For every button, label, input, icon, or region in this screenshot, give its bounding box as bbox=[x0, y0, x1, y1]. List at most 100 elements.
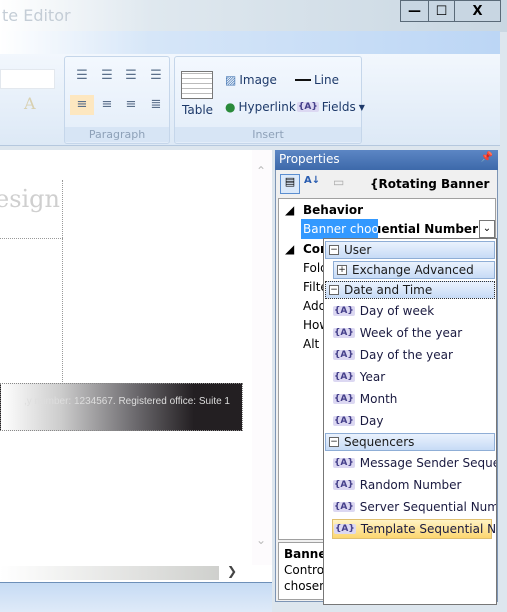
design-box-divider bbox=[0, 238, 63, 239]
field-label: Message Sender Sequent... bbox=[359, 456, 497, 470]
category-behavior: Behavior bbox=[303, 203, 364, 217]
horizontal-scroll-thumb[interactable] bbox=[0, 566, 219, 580]
hyperlink-label: Hyperlink bbox=[238, 100, 296, 114]
field-label: Day of the year bbox=[359, 348, 453, 362]
design-heading: esign bbox=[0, 185, 60, 213]
field-label: Server Sequential Number bbox=[359, 500, 497, 514]
collapse-behavior-icon[interactable]: ◢ bbox=[285, 200, 294, 220]
field-label: Random Number bbox=[359, 478, 462, 492]
properties-toolbar: ▤ A↓ ▭ {Rotating Banner ... bbox=[277, 171, 497, 205]
field-icon: {A} bbox=[333, 480, 355, 490]
dropdown-chevron-icon[interactable]: ⌄ bbox=[479, 220, 495, 238]
fields-button[interactable]: {A} Fields ▼ bbox=[297, 100, 365, 114]
vertical-scrollbar[interactable]: ⌃ ⌄ bbox=[252, 150, 272, 565]
category-label: Date and Time bbox=[344, 283, 433, 297]
field-icon: {A} bbox=[333, 458, 355, 468]
field-icon: {A} bbox=[333, 502, 355, 512]
field-item[interactable]: {A} Message Sender Sequent... bbox=[332, 453, 496, 473]
dropdown-arrow-icon: ▼ bbox=[358, 102, 365, 112]
field-item-selected[interactable]: {A} Template Sequential Nu... bbox=[332, 519, 496, 539]
field-label: Month bbox=[359, 392, 398, 406]
line-button[interactable]: Line bbox=[295, 73, 339, 87]
field-icon: {A} bbox=[333, 416, 355, 426]
property-banner-chooser[interactable]: Banner choose bbox=[301, 219, 378, 239]
collapse-icon[interactable]: − bbox=[329, 437, 339, 447]
field-label: Day of week bbox=[359, 304, 435, 318]
sort-alpha-icon[interactable]: A↓ bbox=[304, 175, 320, 186]
field-icon: {A} bbox=[333, 328, 355, 338]
field-item[interactable]: {A} Server Sequential Number bbox=[332, 497, 496, 517]
properties-title: Properties bbox=[279, 152, 340, 166]
pin-icon[interactable]: 📌 bbox=[481, 152, 493, 163]
hyperlink-button[interactable]: ● Hyperlink bbox=[225, 100, 296, 114]
category-sequencers[interactable]: − Sequencers bbox=[325, 433, 495, 451]
insert-group: Table ▨ Image Line ● Hyperlink {A} Fields ▼ … bbox=[174, 56, 365, 144]
indent-icon[interactable]: ☰ bbox=[147, 69, 165, 83]
align-right-icon[interactable]: ≡ bbox=[122, 98, 140, 112]
field-item[interactable]: {A} Month bbox=[332, 389, 492, 409]
field-item[interactable]: {A} Day bbox=[332, 411, 492, 431]
category-label: Sequencers bbox=[344, 435, 415, 449]
window-title: te Editor bbox=[2, 6, 71, 25]
categorized-icon[interactable]: ▤ bbox=[280, 174, 300, 194]
field-label: Day bbox=[359, 414, 384, 428]
category-date-time[interactable]: − Date and Time bbox=[325, 281, 495, 299]
ribbon-tabs-band bbox=[0, 31, 500, 55]
field-icon: {A} bbox=[333, 350, 355, 360]
image-icon: ▨ bbox=[225, 73, 237, 87]
field-icon: {A} bbox=[334, 524, 356, 534]
expand-icon[interactable]: + bbox=[337, 265, 347, 275]
category-label: Exchange Advanced bbox=[352, 263, 474, 277]
fields-label: Fields bbox=[321, 100, 356, 114]
minimize-button[interactable]: — bbox=[400, 0, 429, 22]
fields-dropdown[interactable]: − User + Exchange Advanced − Date and Time … bbox=[323, 238, 497, 605]
insert-group-label: Insert bbox=[175, 127, 361, 142]
field-label: Template Sequential Nu... bbox=[360, 522, 497, 536]
close-button[interactable]: X bbox=[454, 0, 501, 22]
scroll-right-icon[interactable]: ❯ bbox=[227, 564, 237, 578]
font-select[interactable] bbox=[0, 69, 55, 89]
field-icon: {A} bbox=[333, 306, 355, 316]
justify-icon[interactable]: ≣ bbox=[147, 98, 165, 112]
table-icon[interactable] bbox=[181, 71, 213, 99]
align-left-icon[interactable]: ≡ bbox=[70, 95, 94, 115]
scroll-down-icon[interactable]: ⌄ bbox=[256, 533, 266, 547]
table-button[interactable]: Table bbox=[182, 103, 213, 117]
line-icon bbox=[295, 79, 311, 81]
font-color-icon[interactable]: A bbox=[24, 94, 36, 113]
image-button[interactable]: ▨ Image bbox=[225, 73, 277, 87]
rotating-banner[interactable] bbox=[0, 383, 243, 431]
numbered-list-icon[interactable]: ☰ bbox=[73, 69, 91, 83]
field-label: Year bbox=[359, 370, 386, 384]
bullet-list-icon[interactable]: ☰ bbox=[98, 69, 116, 83]
image-label: Image bbox=[239, 73, 277, 87]
field-item[interactable]: {A} Day of week bbox=[332, 301, 492, 321]
banner-text: y number: 1234567. Registered office: Su… bbox=[23, 396, 230, 407]
field-icon: {A} bbox=[333, 394, 355, 404]
outdent-icon[interactable]: ☰ bbox=[122, 69, 140, 83]
collapse-icon[interactable]: − bbox=[329, 285, 339, 295]
category-exchange-advanced[interactable]: + Exchange Advanced bbox=[333, 261, 495, 279]
category-user[interactable]: − User bbox=[325, 241, 495, 259]
maximize-button[interactable]: ☐ bbox=[428, 0, 455, 22]
property-value[interactable]: equential Number bbox=[378, 219, 478, 239]
field-item[interactable]: {A} Day of the year bbox=[332, 345, 492, 365]
field-label: Week of the year bbox=[359, 326, 463, 340]
category-label: User bbox=[344, 243, 372, 257]
line-label: Line bbox=[314, 73, 340, 87]
properties-header: Properties 📌 bbox=[275, 150, 498, 170]
collapse-icon[interactable]: − bbox=[329, 245, 339, 255]
property-pages-icon[interactable]: ▭ bbox=[333, 175, 344, 189]
field-item[interactable]: {A} Week of the year bbox=[332, 323, 492, 343]
scroll-up-icon[interactable]: ⌃ bbox=[256, 164, 266, 178]
field-icon: {A} bbox=[333, 372, 355, 382]
status-band bbox=[0, 582, 272, 612]
globe-icon: ● bbox=[225, 100, 236, 114]
field-item[interactable]: {A} Year bbox=[332, 367, 492, 387]
ribbon: A ☰ ☰ ☰ ☰ ≡ ≡ ≡ ≣ Paragraph Table ▨ Image… bbox=[0, 54, 500, 146]
align-center-icon[interactable]: ≡ bbox=[98, 98, 116, 112]
field-item[interactable]: {A} Random Number bbox=[332, 475, 492, 495]
paragraph-group: ☰ ☰ ☰ ☰ ≡ ≡ ≡ ≣ Paragraph bbox=[64, 56, 170, 144]
collapse-con-icon[interactable]: ◢ bbox=[285, 239, 294, 259]
field-icon: {A} bbox=[297, 102, 319, 112]
